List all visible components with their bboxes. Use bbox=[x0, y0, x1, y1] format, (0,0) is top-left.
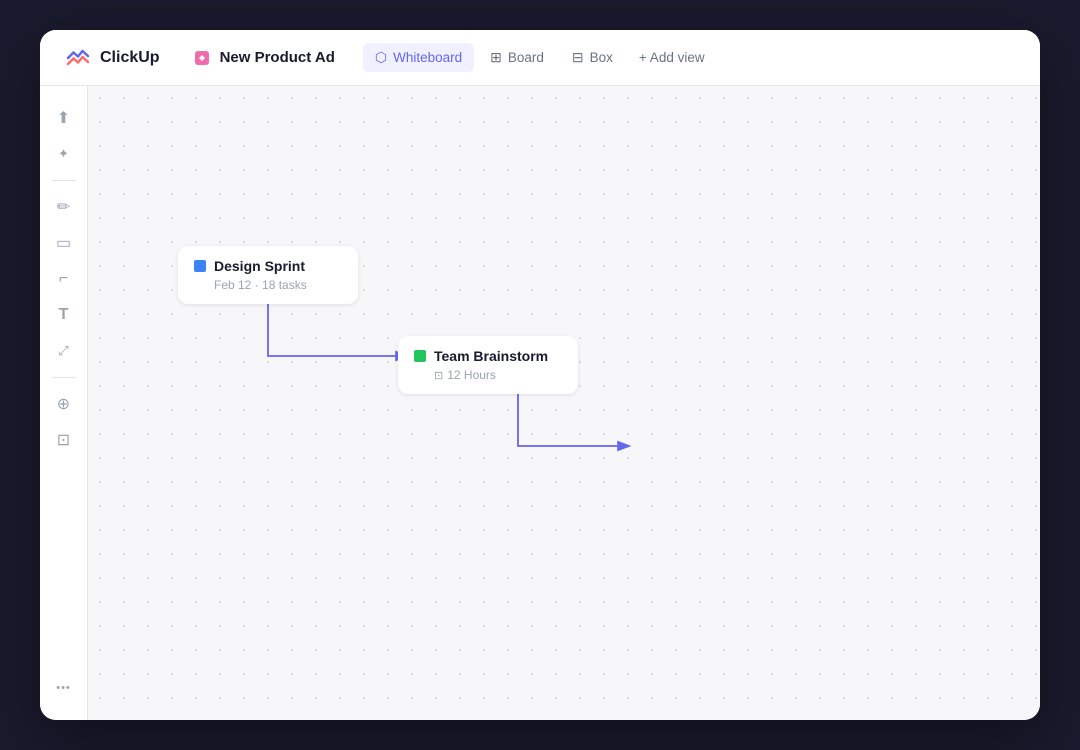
card-header: Design Sprint bbox=[194, 258, 342, 274]
whiteboard-label: Whiteboard bbox=[393, 50, 462, 65]
tab-board[interactable]: ⊞ Board bbox=[478, 43, 556, 72]
pen-tool-icon[interactable]: ✏ bbox=[48, 191, 80, 223]
whiteboard-icon: ⬡ bbox=[375, 49, 387, 66]
project-name-area: New Product Ad bbox=[192, 48, 335, 68]
magic-tool-icon[interactable]: ✦ bbox=[48, 138, 80, 170]
card-header-2: Team Brainstorm bbox=[414, 348, 562, 364]
team-brainstorm-dot bbox=[414, 350, 426, 362]
hours-icon: ⊡ bbox=[434, 369, 443, 382]
cursor-tool-icon[interactable]: ⬆ bbox=[48, 102, 80, 134]
design-sprint-meta: Feb 12 · 18 tasks bbox=[214, 278, 342, 292]
tab-whiteboard[interactable]: ⬡ Whiteboard bbox=[363, 43, 474, 72]
main-content: ⬆ ✦ ✏ ▭ ⌐ T ⤢ ⊕ ⊡ ••• bbox=[40, 86, 1040, 720]
design-sprint-card[interactable]: Design Sprint Feb 12 · 18 tasks bbox=[178, 246, 358, 304]
image-tool-icon[interactable]: ⊡ bbox=[48, 424, 80, 456]
design-sprint-title: Design Sprint bbox=[214, 258, 305, 274]
app-window: ClickUp New Product Ad ⬡ Whiteboard ⊞ Bo… bbox=[40, 30, 1040, 720]
logo-text: ClickUp bbox=[100, 49, 160, 67]
team-brainstorm-hours: 12 Hours bbox=[447, 368, 496, 382]
canvas-area[interactable]: Design Sprint Feb 12 · 18 tasks Team Bra… bbox=[88, 86, 1040, 720]
note-tool-icon[interactable]: ⌐ bbox=[48, 263, 80, 295]
rectangle-tool-icon[interactable]: ▭ bbox=[48, 227, 80, 259]
board-label: Board bbox=[508, 50, 544, 65]
connect-tool-icon[interactable]: ⤢ bbox=[48, 335, 80, 367]
add-view-button[interactable]: + Add view bbox=[629, 44, 715, 71]
globe-tool-icon[interactable]: ⊕ bbox=[48, 388, 80, 420]
team-brainstorm-sub: ⊡ 12 Hours bbox=[434, 368, 562, 382]
logo-area: ClickUp bbox=[64, 44, 160, 72]
board-icon: ⊞ bbox=[490, 49, 502, 66]
add-view-label: + Add view bbox=[639, 50, 705, 65]
sidebar-divider-2 bbox=[52, 377, 76, 378]
sidebar: ⬆ ✦ ✏ ▭ ⌐ T ⤢ ⊕ ⊡ ••• bbox=[40, 86, 88, 720]
project-title: New Product Ad bbox=[220, 49, 335, 66]
team-brainstorm-card[interactable]: Team Brainstorm ⊡ 12 Hours bbox=[398, 336, 578, 394]
team-brainstorm-title: Team Brainstorm bbox=[434, 348, 548, 364]
design-sprint-dot bbox=[194, 260, 206, 272]
arrows-svg bbox=[88, 86, 1040, 720]
box-icon: ⊟ bbox=[572, 49, 584, 66]
tab-box[interactable]: ⊟ Box bbox=[560, 43, 625, 72]
nav-tabs: ⬡ Whiteboard ⊞ Board ⊟ Box + Add view bbox=[363, 43, 715, 72]
box-label: Box bbox=[590, 50, 613, 65]
more-tool-icon[interactable]: ••• bbox=[48, 672, 80, 704]
clickup-logo-icon bbox=[64, 44, 92, 72]
sidebar-divider-1 bbox=[52, 180, 76, 181]
sidebar-bottom: ••• bbox=[48, 672, 80, 704]
project-icon bbox=[192, 48, 212, 68]
header: ClickUp New Product Ad ⬡ Whiteboard ⊞ Bo… bbox=[40, 30, 1040, 86]
text-tool-icon[interactable]: T bbox=[48, 299, 80, 331]
